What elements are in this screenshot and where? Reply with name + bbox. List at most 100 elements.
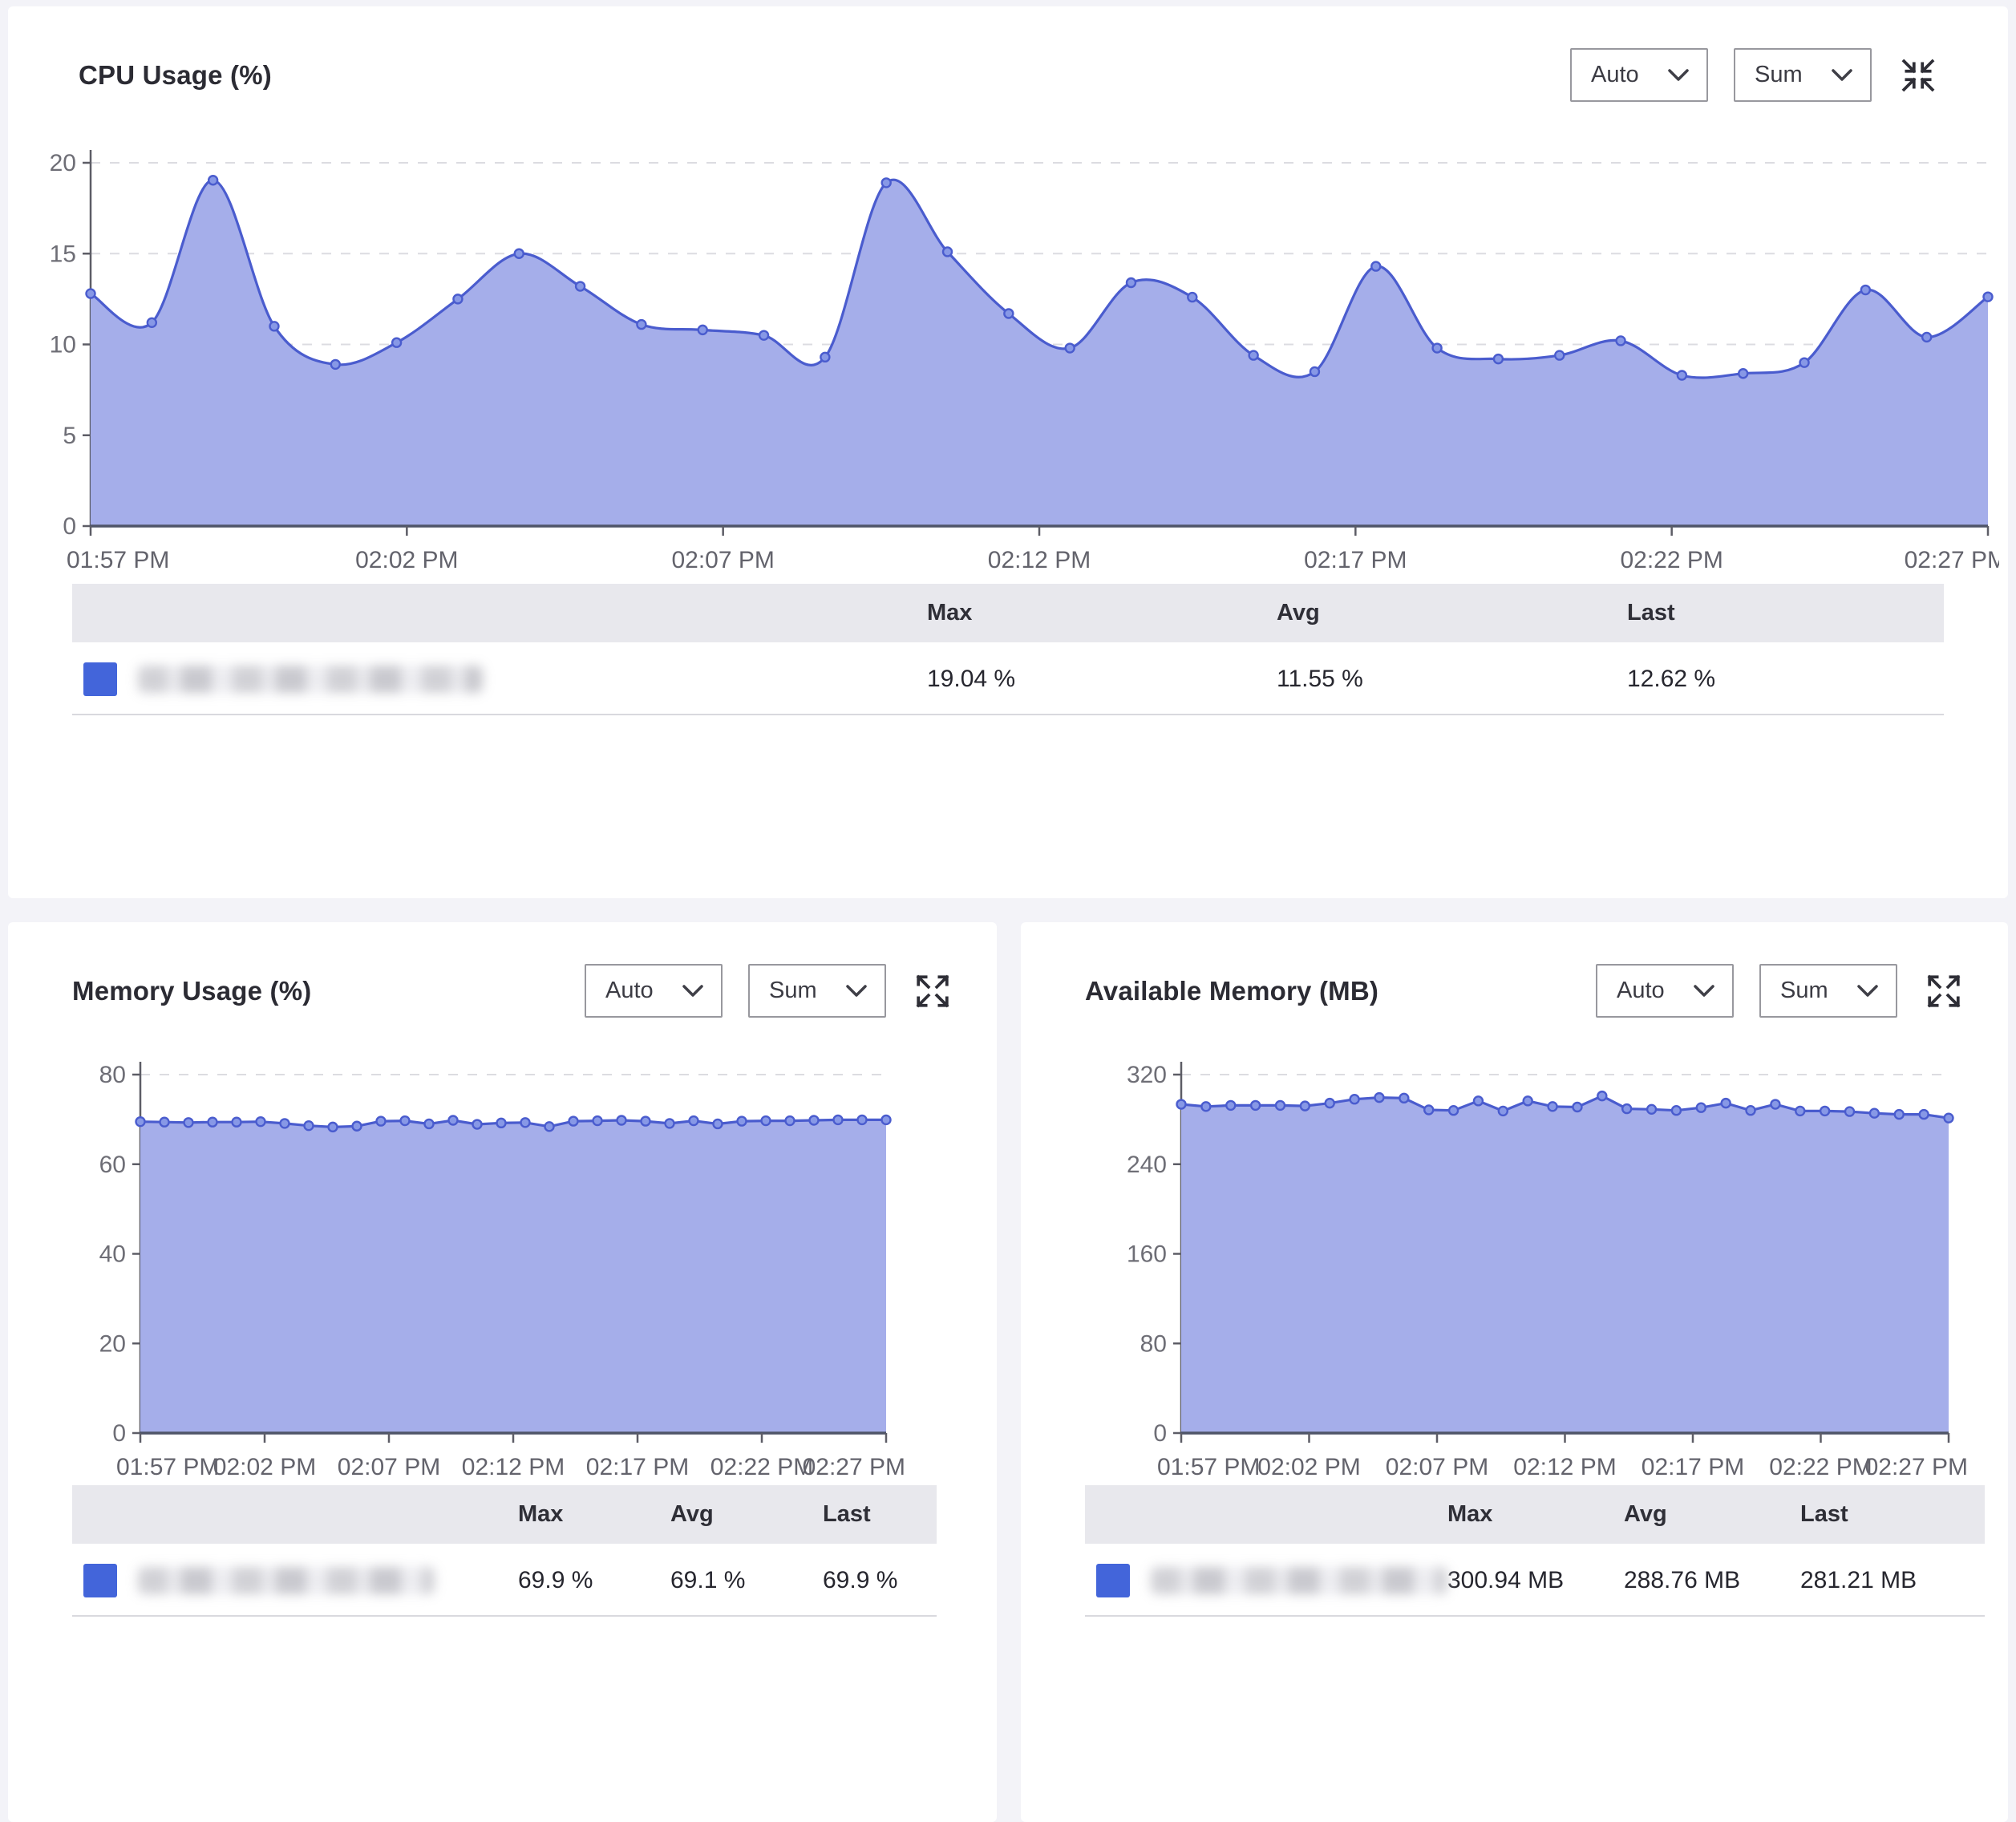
memory-stats-table: Max Avg Last 69.9 % 69.1 % 69.9 % — [72, 1485, 937, 1617]
aggregation-select-value: Sum — [1780, 978, 1828, 1004]
col-header-max: Max — [1447, 1501, 1624, 1528]
series-color-swatch — [83, 662, 117, 696]
expand-icon — [914, 973, 951, 1010]
chevron-down-icon — [1832, 69, 1852, 82]
svg-text:10: 10 — [50, 332, 76, 358]
svg-text:02:27 PM: 02:27 PM — [1865, 1454, 1968, 1480]
stat-avg-value: 69.1 % — [670, 1567, 823, 1594]
expand-button[interactable] — [913, 972, 952, 1010]
stat-max-value: 300.94 MB — [1447, 1567, 1624, 1594]
chevron-down-icon — [1857, 985, 1878, 998]
table-row[interactable]: 19.04 % 11.55 % 12.62 % — [72, 645, 1944, 714]
available-memory-panel-controls: Auto Sum — [1596, 964, 1963, 1018]
cpu-panel-header: CPU Usage (%) Auto Sum — [8, 6, 2008, 102]
svg-text:01:57 PM: 01:57 PM — [116, 1454, 219, 1480]
table-header-row: Max Avg Last — [72, 1485, 937, 1546]
available-memory-chart[interactable]: 08016024032001:57 PM02:02 PM02:07 PM02:1… — [1065, 1043, 1995, 1508]
panel-title: Available Memory (MB) — [1085, 976, 1378, 1006]
table-header-row: Max Avg Last — [72, 584, 1944, 645]
stat-last-value: 69.9 % — [823, 1567, 937, 1594]
cpu-usage-chart[interactable]: 0510152001:57 PM02:02 PM02:07 PM02:12 PM… — [38, 127, 1999, 580]
svg-text:40: 40 — [99, 1241, 126, 1268]
svg-text:02:22 PM: 02:22 PM — [1769, 1454, 1872, 1480]
available-memory-stats-table: Max Avg Last 300.94 MB 288.76 MB 281.21 … — [1085, 1485, 1985, 1617]
stat-max-value: 69.9 % — [518, 1567, 670, 1594]
col-header-avg: Avg — [670, 1501, 823, 1528]
interval-select[interactable]: Auto — [1596, 964, 1734, 1018]
col-header-max: Max — [518, 1501, 670, 1528]
chevron-down-icon — [846, 985, 867, 998]
series-name-redacted — [138, 666, 483, 693]
expand-icon — [1925, 973, 1962, 1010]
col-header-last: Last — [1800, 1501, 1985, 1528]
svg-text:02:02 PM: 02:02 PM — [1257, 1454, 1360, 1480]
aggregation-select[interactable]: Sum — [1759, 964, 1897, 1018]
stat-last-value: 12.62 % — [1627, 666, 1944, 693]
svg-text:5: 5 — [63, 423, 76, 449]
memory-panel-header: Memory Usage (%) Auto Sum — [8, 922, 997, 1018]
svg-text:02:07 PM: 02:07 PM — [338, 1454, 440, 1480]
series-name-redacted — [1151, 1567, 1447, 1594]
svg-text:60: 60 — [99, 1152, 126, 1178]
svg-text:02:17 PM: 02:17 PM — [1304, 547, 1407, 573]
svg-text:160: 160 — [1127, 1241, 1167, 1268]
interval-select[interactable]: Auto — [1570, 48, 1708, 102]
collapse-button[interactable] — [1899, 56, 1937, 95]
stat-avg-value: 288.76 MB — [1624, 1567, 1800, 1594]
chevron-down-icon — [1668, 69, 1689, 82]
panel-title: Memory Usage (%) — [72, 976, 311, 1006]
stat-max-value: 19.04 % — [927, 666, 1277, 693]
available-memory-panel-header: Available Memory (MB) Auto Sum — [1021, 922, 2008, 1018]
series-legend-cell — [72, 1564, 518, 1597]
svg-text:0: 0 — [1153, 1420, 1167, 1447]
collapse-icon — [1900, 57, 1937, 94]
memory-panel-controls: Auto Sum — [585, 964, 952, 1018]
stat-last-value: 281.21 MB — [1800, 1567, 1985, 1594]
col-header-last: Last — [1627, 600, 1944, 626]
svg-text:02:22 PM: 02:22 PM — [1620, 547, 1723, 573]
col-header-avg: Avg — [1624, 1501, 1800, 1528]
cpu-stats-table: Max Avg Last 19.04 % 11.55 % 12.62 % — [72, 584, 1944, 715]
chevron-down-icon — [1694, 985, 1714, 998]
memory-usage-panel: Memory Usage (%) Auto Sum — [8, 922, 997, 1822]
stat-avg-value: 11.55 % — [1277, 666, 1627, 693]
svg-text:02:02 PM: 02:02 PM — [355, 547, 458, 573]
available-memory-panel: Available Memory (MB) Auto Sum — [1021, 922, 2008, 1822]
svg-text:80: 80 — [1140, 1330, 1167, 1357]
svg-text:80: 80 — [99, 1062, 126, 1088]
svg-text:02:12 PM: 02:12 PM — [1513, 1454, 1616, 1480]
cpu-panel-controls: Auto Sum — [1570, 48, 1937, 102]
interval-select-value: Auto — [605, 978, 654, 1004]
svg-text:02:07 PM: 02:07 PM — [671, 547, 774, 573]
table-row[interactable]: 69.9 % 69.1 % 69.9 % — [72, 1546, 937, 1615]
series-legend-cell — [72, 662, 927, 696]
svg-text:320: 320 — [1127, 1062, 1167, 1088]
svg-text:15: 15 — [50, 241, 76, 267]
chevron-down-icon — [682, 985, 703, 998]
col-header-max: Max — [927, 600, 1277, 626]
aggregation-select[interactable]: Sum — [748, 964, 886, 1018]
interval-select[interactable]: Auto — [585, 964, 723, 1018]
svg-text:240: 240 — [1127, 1152, 1167, 1178]
page-title: CPU Usage (%) — [79, 60, 272, 91]
svg-text:02:17 PM: 02:17 PM — [1642, 1454, 1744, 1480]
svg-text:02:27 PM: 02:27 PM — [803, 1454, 905, 1480]
table-row[interactable]: 300.94 MB 288.76 MB 281.21 MB — [1085, 1546, 1985, 1615]
expand-button[interactable] — [1925, 972, 1963, 1010]
svg-text:02:22 PM: 02:22 PM — [710, 1454, 813, 1480]
svg-text:02:02 PM: 02:02 PM — [213, 1454, 316, 1480]
memory-usage-chart[interactable]: 02040608001:57 PM02:02 PM02:07 PM02:12 P… — [52, 1043, 966, 1508]
svg-text:0: 0 — [63, 513, 76, 540]
col-header-avg: Avg — [1277, 600, 1627, 626]
series-color-swatch — [1096, 1564, 1130, 1597]
series-color-swatch — [83, 1564, 117, 1597]
svg-text:20: 20 — [99, 1330, 126, 1357]
series-legend-cell — [1085, 1564, 1447, 1597]
aggregation-select-value: Sum — [769, 978, 817, 1004]
svg-text:20: 20 — [50, 150, 76, 176]
col-header-last: Last — [823, 1501, 937, 1528]
aggregation-select[interactable]: Sum — [1734, 48, 1872, 102]
series-name-redacted — [138, 1567, 435, 1594]
svg-text:01:57 PM: 01:57 PM — [1157, 1454, 1260, 1480]
table-header-row: Max Avg Last — [1085, 1485, 1985, 1546]
